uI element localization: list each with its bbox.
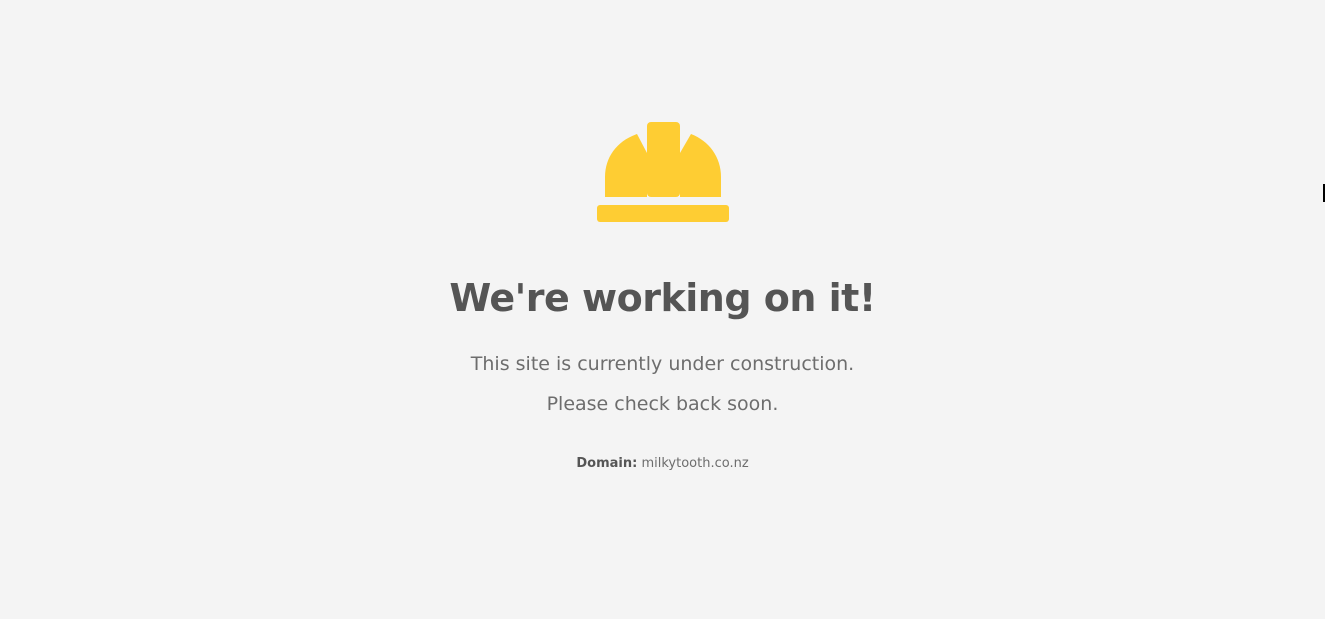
construction-message: This site is currently under constructio… bbox=[470, 353, 855, 375]
domain-value: milkytooth.co.nz bbox=[641, 456, 749, 471]
hard-hat-brim bbox=[597, 205, 729, 222]
check-back-message: Please check back soon. bbox=[546, 393, 779, 415]
hard-hat-ridge bbox=[647, 122, 680, 197]
hard-hat-dome-left bbox=[605, 134, 647, 197]
page-title: We're working on it! bbox=[449, 276, 876, 320]
domain-label: Domain: bbox=[576, 456, 638, 471]
domain-info: Domain: milkytooth.co.nz bbox=[0, 456, 1325, 471]
hard-hat-icon bbox=[597, 122, 729, 222]
hard-hat-dome-right bbox=[680, 134, 721, 197]
under-construction-page: We're working on it! This site is curren… bbox=[0, 0, 1325, 619]
